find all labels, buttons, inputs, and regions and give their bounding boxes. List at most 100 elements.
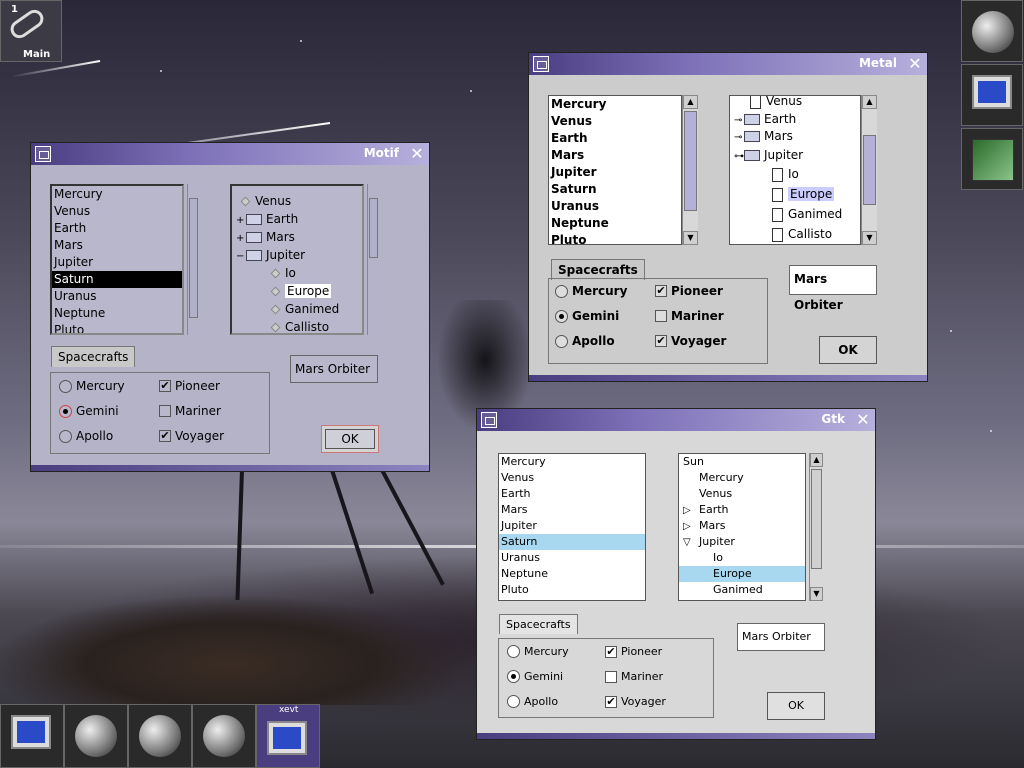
tree-node[interactable]: − Jupiter bbox=[236, 246, 305, 264]
list-item[interactable]: Neptune bbox=[549, 215, 681, 232]
scroll-thumb[interactable] bbox=[811, 469, 822, 569]
list-item[interactable]: Earth bbox=[499, 486, 645, 502]
taskbar-app-2[interactable] bbox=[128, 704, 192, 768]
radio-gemini[interactable]: Gemini bbox=[555, 309, 619, 323]
tree-node[interactable]: Ganimed bbox=[713, 582, 763, 598]
taskbar-app-3[interactable] bbox=[192, 704, 256, 768]
radio-gemini[interactable]: Gemini bbox=[507, 670, 563, 683]
tree-node[interactable]: ⊸ Mars bbox=[734, 127, 793, 145]
tree-node-selected[interactable]: Europe bbox=[270, 282, 332, 300]
planet-tree[interactable]: Venus ⊸ Earth ⊸ Mars ⊶ Jupiter Io Europe Ga… bbox=[729, 95, 861, 245]
scroll-thumb[interactable] bbox=[189, 198, 198, 318]
list-item[interactable]: Earth bbox=[52, 220, 182, 237]
radio-mercury[interactable]: Mercury bbox=[555, 284, 627, 298]
tree-node[interactable]: Mercury bbox=[699, 470, 744, 486]
checkbox-mariner[interactable]: Mariner bbox=[159, 404, 221, 418]
collapse-icon[interactable]: − bbox=[236, 248, 246, 266]
radio-apollo[interactable]: Apollo bbox=[59, 429, 113, 443]
workspace-pager[interactable]: 1 Main bbox=[0, 0, 62, 62]
collapse-arrow-icon[interactable]: ▽ bbox=[683, 535, 699, 551]
scroll-up-icon[interactable]: ▲ bbox=[810, 453, 823, 467]
metal-titlebar[interactable]: Metal ✕ bbox=[529, 53, 927, 75]
list-item[interactable]: Uranus bbox=[52, 288, 182, 305]
scroll-thumb[interactable] bbox=[863, 135, 876, 205]
checkbox-voyager[interactable]: ✔ Voyager bbox=[605, 695, 666, 708]
list-item[interactable]: Pluto bbox=[499, 582, 645, 598]
tab-spacecrafts[interactable]: Spacecrafts bbox=[499, 614, 578, 634]
tree-node[interactable]: Ganimed bbox=[270, 300, 339, 318]
spacecraft-name-input[interactable]: Mars Orbiter bbox=[290, 355, 378, 383]
taskbar-app-1[interactable] bbox=[64, 704, 128, 768]
taskbar-xevt-app[interactable]: xevt bbox=[256, 704, 320, 768]
list-scrollbar[interactable] bbox=[187, 184, 199, 335]
list-item[interactable]: Neptune bbox=[499, 566, 645, 582]
tree-scrollbar[interactable]: ▲ ▼ bbox=[809, 453, 823, 601]
checkbox-mariner[interactable]: Mariner bbox=[605, 670, 663, 683]
tree-node-selected[interactable]: Europe bbox=[679, 566, 805, 582]
list-item[interactable]: Neptune bbox=[52, 305, 182, 322]
scroll-up-icon[interactable]: ▲ bbox=[862, 95, 877, 109]
checkbox-pioneer[interactable]: ✔ Pioneer bbox=[605, 645, 662, 658]
collapse-handle-icon[interactable]: ⊶ bbox=[734, 148, 744, 166]
list-item[interactable]: Earth bbox=[549, 130, 681, 147]
planet-list[interactable]: Mercury Venus Earth Mars Jupiter Saturn … bbox=[498, 453, 646, 601]
tree-node[interactable]: ▽ Jupiter bbox=[683, 534, 735, 550]
checkbox-mariner[interactable]: Mariner bbox=[655, 309, 724, 323]
list-item[interactable]: Mars bbox=[499, 502, 645, 518]
tree-scrollbar[interactable]: ▲ ▼ bbox=[861, 95, 877, 245]
list-item[interactable]: Saturn bbox=[549, 181, 681, 198]
expand-handle-icon[interactable]: ⊸ bbox=[734, 129, 744, 147]
scroll-up-icon[interactable]: ▲ bbox=[683, 95, 698, 109]
list-item[interactable]: Mars bbox=[52, 237, 182, 254]
list-scrollbar[interactable]: ▲ ▼ bbox=[682, 95, 698, 245]
tree-node[interactable]: Venus bbox=[240, 192, 291, 210]
tab-spacecrafts[interactable]: Spacecrafts bbox=[51, 346, 136, 367]
list-item[interactable]: Mercury bbox=[499, 454, 645, 470]
spacecraft-name-input[interactable]: Mars Orbiter bbox=[737, 623, 825, 651]
list-item[interactable]: Venus bbox=[549, 113, 681, 130]
checkbox-voyager[interactable]: ✔ Voyager bbox=[655, 334, 726, 348]
tree-node[interactable]: Callisto bbox=[270, 318, 329, 333]
list-item-selected[interactable]: Saturn bbox=[499, 534, 645, 550]
checkbox-pioneer[interactable]: ✔ Pioneer bbox=[159, 379, 220, 393]
list-item[interactable]: Pluto bbox=[52, 322, 182, 333]
dock-app-gnustep[interactable] bbox=[961, 0, 1023, 62]
tree-node[interactable]: + Earth bbox=[236, 210, 298, 228]
scroll-down-icon[interactable]: ▼ bbox=[683, 231, 698, 245]
list-item[interactable]: Uranus bbox=[549, 198, 681, 215]
tree-node[interactable]: Io bbox=[772, 165, 799, 183]
tree-node[interactable]: Ganimed bbox=[772, 205, 842, 223]
window-menu-icon[interactable] bbox=[481, 412, 497, 428]
radio-apollo[interactable]: Apollo bbox=[507, 695, 558, 708]
tree-node[interactable]: Callisto bbox=[772, 225, 832, 243]
planet-tree[interactable]: Sun Mercury Venus ▷ Earth ▷ Mars ▽ Jupiter … bbox=[678, 453, 806, 601]
motif-titlebar[interactable]: Motif ✕ bbox=[31, 143, 429, 165]
expand-arrow-icon[interactable]: ▷ bbox=[683, 519, 699, 535]
tree-node[interactable]: Io bbox=[713, 550, 723, 566]
window-menu-icon[interactable] bbox=[35, 146, 51, 162]
list-item[interactable]: Mercury bbox=[52, 186, 182, 203]
checkbox-pioneer[interactable]: ✔ Pioneer bbox=[655, 284, 723, 298]
ok-button[interactable]: OK bbox=[819, 336, 877, 364]
window-menu-icon[interactable] bbox=[533, 56, 549, 72]
tree-node[interactable]: ▷ Mars bbox=[683, 518, 726, 534]
list-item[interactable]: Pluto bbox=[549, 232, 681, 244]
list-item[interactable]: Jupiter bbox=[499, 518, 645, 534]
tree-node[interactable]: Io bbox=[270, 264, 296, 282]
tree-node[interactable]: Venus bbox=[699, 486, 732, 502]
list-item-selected[interactable]: Saturn bbox=[52, 271, 182, 288]
list-item[interactable]: Mercury bbox=[549, 96, 681, 113]
list-item[interactable]: Jupiter bbox=[549, 164, 681, 181]
scroll-down-icon[interactable]: ▼ bbox=[810, 587, 823, 601]
planet-tree[interactable]: Venus + Earth + Mars − Jupiter Io Europe Ga… bbox=[230, 184, 364, 335]
list-item[interactable]: Venus bbox=[499, 470, 645, 486]
checkbox-voyager[interactable]: ✔ Voyager bbox=[159, 429, 224, 443]
tree-node[interactable]: Sun bbox=[683, 454, 704, 470]
spacecraft-name-input[interactable]: Mars Orbiter bbox=[789, 265, 877, 312]
dock-app-monitor[interactable] bbox=[961, 64, 1023, 126]
scroll-thumb[interactable] bbox=[684, 111, 697, 211]
planet-list[interactable]: Mercury Venus Earth Mars Jupiter Saturn … bbox=[548, 95, 682, 245]
radio-mercury[interactable]: Mercury bbox=[507, 645, 569, 658]
taskbar-monitor-app[interactable] bbox=[0, 704, 64, 768]
tab-spacecrafts[interactable]: Spacecrafts bbox=[551, 259, 645, 280]
